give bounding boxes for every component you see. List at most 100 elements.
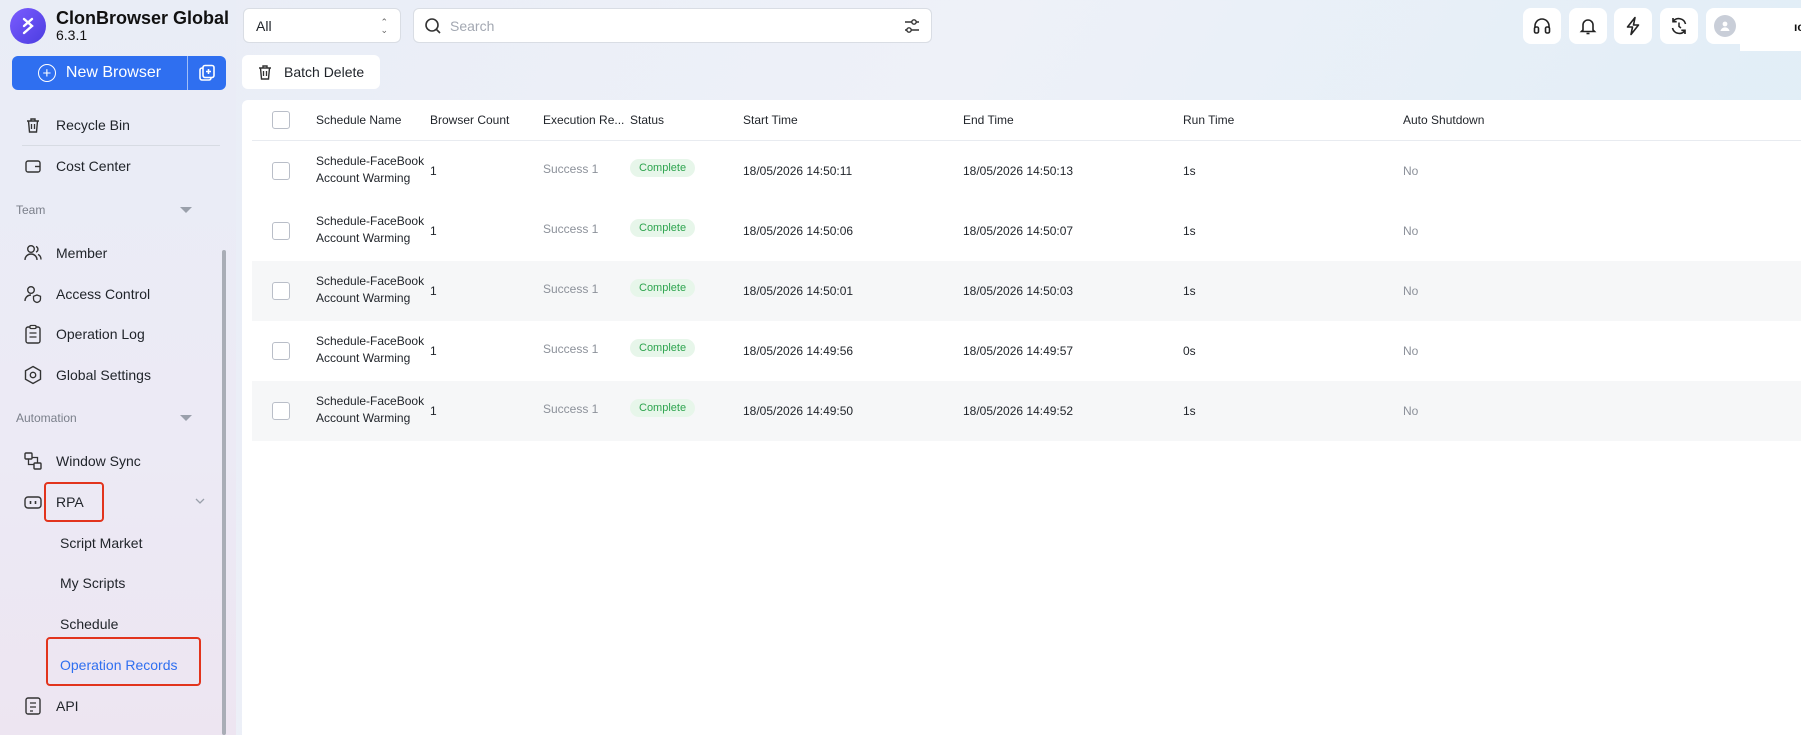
start-time-cell: 18/05/2026 14:50:01 [743,284,854,298]
table-row[interactable]: Schedule-FaceBook Account Warming 1 Succ… [252,321,1801,381]
robot-icon [22,491,44,513]
search-icon [425,17,441,34]
row-checkbox[interactable] [272,222,290,240]
user-name-mask [1740,15,1801,51]
schedule-name-line1: Schedule-FaceBook [316,334,425,348]
end-time-cell: 18/05/2026 14:50:03 [963,284,1074,298]
sidebar-item-api[interactable]: API [22,694,79,718]
chevron-down-icon [180,207,192,213]
sidebar-item-member[interactable]: Member [22,241,107,265]
clonbrowser-logo-icon [10,8,46,44]
plus-circle-icon: + [37,64,56,82]
schedule-name-cell: Schedule-FaceBook Account Warming [316,393,424,427]
auto-shutdown-cell: No [1403,164,1419,178]
column-header-execution-result[interactable]: Execution Re... [543,113,624,127]
sidebar-item-recycle-bin[interactable]: Recycle Bin [22,113,130,137]
browser-count-cell: 1 [430,224,437,238]
select-all-checkbox[interactable] [272,111,290,129]
sidebar-item-global-settings[interactable]: Global Settings [22,363,151,387]
table-row[interactable]: Schedule-FaceBook Account Warming 1 Succ… [252,261,1801,321]
execution-result-cell: Success 1 [543,342,599,356]
refresh-circle-icon [1671,17,1687,35]
execution-result-cell: Success 1 [543,282,599,296]
sidebar-scrollbar[interactable] [222,250,226,735]
section-label: Automation [16,411,77,425]
auto-shutdown-cell: No [1403,404,1419,418]
row-checkbox[interactable] [272,402,290,420]
avatar [1714,15,1736,37]
schedule-name-line2: Account Warming [316,291,411,305]
api-doc-icon [22,695,44,717]
column-header-status[interactable]: Status [630,113,664,127]
sidebar: ClonBrowser Global 6.3.1 + New Browser R… [0,0,236,735]
sync-update-button[interactable] [1660,8,1698,44]
sidebar-item-operation-log[interactable]: Operation Log [22,322,145,346]
batch-create-button[interactable] [188,56,226,90]
run-time-cell: 1s [1183,284,1196,298]
batch-delete-label: Batch Delete [284,64,365,80]
sidebar-item-window-sync[interactable]: Window Sync [22,449,141,473]
filter-sliders-icon[interactable] [903,17,921,35]
row-checkbox[interactable] [272,342,290,360]
run-time-cell: 1s [1183,404,1196,418]
app-title: ClonBrowser Global [56,8,230,29]
start-time-cell: 18/05/2026 14:49:56 [743,344,854,358]
section-automation[interactable]: Automation [16,411,216,425]
section-team[interactable]: Team [16,203,216,217]
schedule-name-line1: Schedule-FaceBook [316,394,425,408]
select-arrows-icon: ⌃ ⌄ [380,17,388,35]
window-sync-icon [22,450,44,472]
sidebar-item-access-control[interactable]: Access Control [22,282,150,306]
sidebar-item-label: Member [56,245,108,261]
rpa-highlight-box [44,482,104,522]
auto-shutdown-cell: No [1403,284,1419,298]
quick-actions-button[interactable] [1614,8,1652,44]
sidebar-item-my-scripts[interactable]: My Scripts [60,573,125,593]
schedule-name-line1: Schedule-FaceBook [316,214,425,228]
table-row[interactable]: Schedule-FaceBook Account Warming 1 Succ… [252,381,1801,441]
sidebar-item-script-market[interactable]: Script Market [60,533,142,553]
copy-add-icon [199,64,215,81]
sidebar-item-cost-center[interactable]: Cost Center [22,154,131,178]
records-table: Schedule Name Browser Count Execution Re… [242,100,1801,735]
notifications-button[interactable] [1569,8,1607,44]
sidebar-item-label: Access Control [56,286,151,302]
sidebar-item-label: Operation Log [56,326,145,342]
column-header-auto-shutdown[interactable]: Auto Shutdown [1403,113,1484,127]
auto-shutdown-cell: No [1403,224,1419,238]
table-header: Schedule Name Browser Count Execution Re… [252,100,1801,141]
schedule-name-cell: Schedule-FaceBook Account Warming [316,273,424,307]
row-checkbox[interactable] [272,282,290,300]
user-shield-icon [22,283,44,305]
end-time-cell: 18/05/2026 14:49:52 [963,404,1074,418]
column-header-browser-count[interactable]: Browser Count [430,113,509,127]
new-browser-button[interactable]: + New Browser [12,56,187,90]
filter-select[interactable]: All ⌃ ⌄ [243,8,401,43]
execution-result-cell: Success 1 [543,222,599,236]
row-checkbox[interactable] [272,162,290,180]
table-row[interactable]: Schedule-FaceBook Account Warming 1 Succ… [252,201,1801,261]
sidebar-item-schedule[interactable]: Schedule [60,614,118,634]
chevron-down-icon [195,498,205,504]
search-box [413,8,932,43]
search-input[interactable] [450,17,880,34]
operation-records-highlight-box [46,637,201,686]
column-header-schedule-name[interactable]: Schedule Name [316,113,401,127]
column-header-end-time[interactable]: End Time [963,113,1014,127]
support-button[interactable] [1523,8,1561,44]
execution-result-cell: Success 1 [543,162,599,176]
batch-delete-button[interactable]: Batch Delete [242,55,380,89]
sidebar-item-label: Recycle Bin [56,117,130,133]
schedule-name-line2: Account Warming [316,351,411,365]
start-time-cell: 18/05/2026 14:49:50 [743,404,854,418]
user-name-fragment: ıc [1794,20,1801,34]
table-row[interactable]: Schedule-FaceBook Account Warming 1 Succ… [252,141,1801,201]
browser-count-cell: 1 [430,344,437,358]
column-header-run-time[interactable]: Run Time [1183,113,1234,127]
sidebar-item-label: API [56,698,79,714]
start-time-cell: 18/05/2026 14:50:11 [743,164,853,178]
column-header-start-time[interactable]: Start Time [743,113,798,127]
sidebar-item-label: Global Settings [56,367,151,383]
schedule-name-line2: Account Warming [316,171,411,185]
status-badge: Complete [630,399,696,417]
